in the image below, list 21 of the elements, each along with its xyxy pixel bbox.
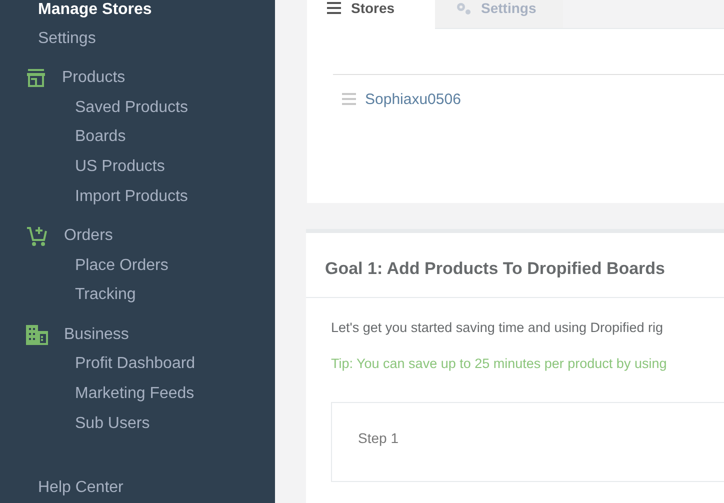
sidebar-subitem[interactable]: Boards bbox=[75, 122, 126, 152]
sidebar-subitem[interactable]: Tracking bbox=[75, 280, 136, 310]
sidebar-section[interactable]: Products bbox=[62, 69, 126, 88]
sidebar-link[interactable]: Settings bbox=[38, 24, 96, 54]
sidebar-section[interactable]: Orders bbox=[64, 227, 113, 246]
sidebar-subitem[interactable]: US Products bbox=[75, 152, 165, 182]
help-center-link[interactable]: Help Center bbox=[38, 474, 124, 503]
store-link[interactable]: Sophiaxu0506 bbox=[365, 90, 461, 108]
goal-title: Goal 1: Add Products To Dropified Boards bbox=[324, 258, 666, 280]
intro-text: Let's get you started saving time and using Dropified rig bbox=[331, 320, 664, 337]
sidebar-subitem[interactable]: Import Products bbox=[75, 182, 188, 212]
step-label: Step 1 bbox=[358, 430, 398, 446]
sidebar-subitem[interactable]: Marketing Feeds bbox=[75, 379, 194, 410]
tab[interactable]: Stores bbox=[307, 0, 435, 29]
sidebar-section[interactable]: Business bbox=[64, 326, 129, 344]
sidebar-subitem[interactable]: Saved Products bbox=[75, 92, 188, 122]
sidebar-subitem[interactable]: Profit Dashboard bbox=[75, 350, 196, 380]
sidebar-link[interactable]: Manage Stores bbox=[38, 0, 152, 24]
sidebar-subitem[interactable]: Sub Users bbox=[75, 409, 150, 439]
sidebar-subitem[interactable]: Place Orders bbox=[75, 250, 168, 281]
tip-text: Tip: You can save up to 25 minutes per product by using bbox=[331, 356, 668, 373]
